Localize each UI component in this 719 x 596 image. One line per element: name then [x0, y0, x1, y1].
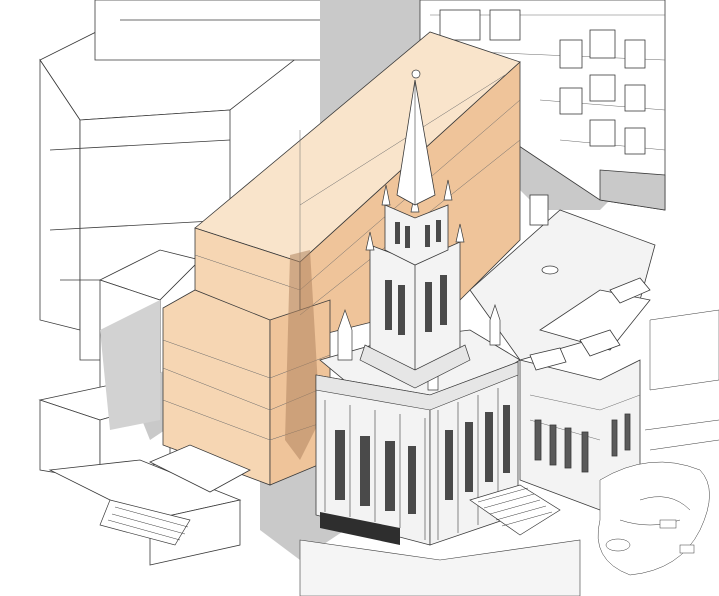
drawing-canvas [38, 0, 719, 596]
axonometric-drawing [0, 0, 719, 596]
